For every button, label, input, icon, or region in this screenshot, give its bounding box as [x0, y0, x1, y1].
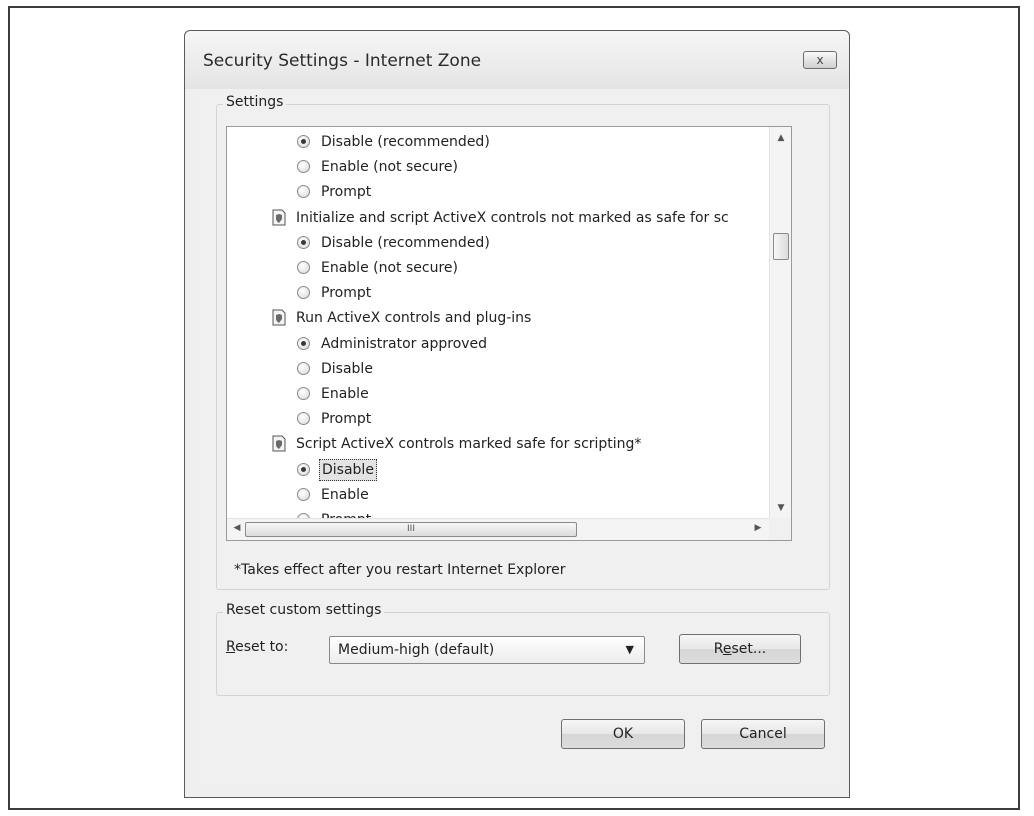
radio-checked-icon[interactable] [297, 135, 310, 148]
reset-level-value: Medium-high (default) [338, 642, 495, 658]
setting-option-label[interactable]: Enable (not secure) [321, 155, 458, 179]
radio-unchecked-icon[interactable] [297, 286, 310, 300]
settings-list-viewport: Disable (recommended) Enable (not secure)… [227, 127, 769, 520]
category-icon [272, 209, 286, 226]
radio-unchecked-icon[interactable] [297, 160, 310, 174]
radio-checked-icon[interactable] [297, 235, 310, 249]
setting-option-label[interactable]: Disable (recommended) [321, 130, 490, 154]
reset-to-label: Reset to: [226, 639, 288, 655]
setting-option-label[interactable]: Enable [321, 382, 369, 406]
restart-note: *Takes effect after you restart Internet… [234, 562, 566, 578]
horizontal-scrollbar[interactable]: ◀ III ▶ [227, 518, 769, 540]
scrollbar-corner [769, 518, 791, 540]
reset-button-pre: R [713, 641, 723, 657]
setting-category-label: Initialize and script ActiveX controls n… [296, 209, 729, 226]
radio-unchecked-icon[interactable] [297, 387, 310, 400]
setting-option-label[interactable]: Disable [321, 357, 373, 381]
vertical-scroll-thumb[interactable] [773, 233, 789, 260]
chevron-down-icon: ▼ [625, 643, 634, 656]
scroll-up-arrow-icon[interactable]: ▲ [774, 133, 788, 143]
setting-option-label[interactable]: Administrator approved [321, 332, 487, 356]
setting-option-label[interactable]: Prompt [321, 281, 371, 305]
setting-category-label: Run ActiveX controls and plug-ins [296, 310, 532, 327]
reset-level-dropdown[interactable]: Medium-high (default) ▼ [329, 636, 645, 664]
setting-option-label[interactable]: Prompt [321, 180, 371, 204]
setting-category-label: Script ActiveX controls marked safe for … [296, 436, 642, 453]
setting-option-label[interactable]: Enable [321, 483, 369, 507]
ok-button[interactable]: OK [561, 719, 685, 749]
setting-option-label[interactable]: Disable [319, 458, 377, 481]
radio-unchecked-icon[interactable] [297, 185, 310, 199]
radio-checked-icon[interactable] [297, 462, 310, 476]
scroll-grip-icon: III [407, 524, 415, 534]
reset-button[interactable]: Reset... [679, 634, 801, 664]
category-icon [272, 309, 286, 326]
radio-unchecked-icon[interactable] [297, 487, 310, 501]
radio-unchecked-icon[interactable] [297, 412, 310, 426]
setting-option-label[interactable]: Prompt [321, 407, 371, 431]
category-icon [272, 435, 286, 452]
vertical-scrollbar[interactable]: ▲ ▼ [769, 127, 791, 520]
scroll-down-arrow-icon[interactable]: ▼ [774, 503, 788, 513]
title-bar[interactable]: Security Settings - Internet Zone x [185, 31, 849, 89]
close-icon: x [816, 53, 824, 67]
close-button[interactable]: x [803, 51, 837, 69]
reset-button-rest: set... [731, 641, 767, 657]
dialog-title: Security Settings - Internet Zone [203, 51, 482, 71]
radio-checked-icon[interactable] [297, 336, 310, 350]
scroll-right-arrow-icon[interactable]: ▶ [751, 523, 765, 533]
scroll-left-arrow-icon[interactable]: ◀ [230, 523, 244, 533]
cancel-button[interactable]: Cancel [701, 719, 825, 749]
settings-legend: Settings [223, 94, 287, 110]
security-settings-dialog: Security Settings - Internet Zone x Sett… [184, 30, 850, 798]
radio-unchecked-icon[interactable] [297, 361, 310, 375]
radio-unchecked-icon[interactable] [297, 261, 310, 274]
reset-legend: Reset custom settings [223, 602, 385, 618]
setting-option-label[interactable]: Disable (recommended) [321, 231, 490, 255]
setting-option-label[interactable]: Enable (not secure) [321, 256, 458, 280]
dialog-client-area: Settings Disable (recommended) Enable (no… [194, 89, 840, 787]
settings-list[interactable]: Disable (recommended) Enable (not secure)… [226, 126, 792, 541]
horizontal-scroll-thumb[interactable]: III [245, 522, 577, 537]
reset-to-label-rest: eset to: [235, 639, 289, 655]
reset-to-mnemonic: R [226, 639, 236, 655]
